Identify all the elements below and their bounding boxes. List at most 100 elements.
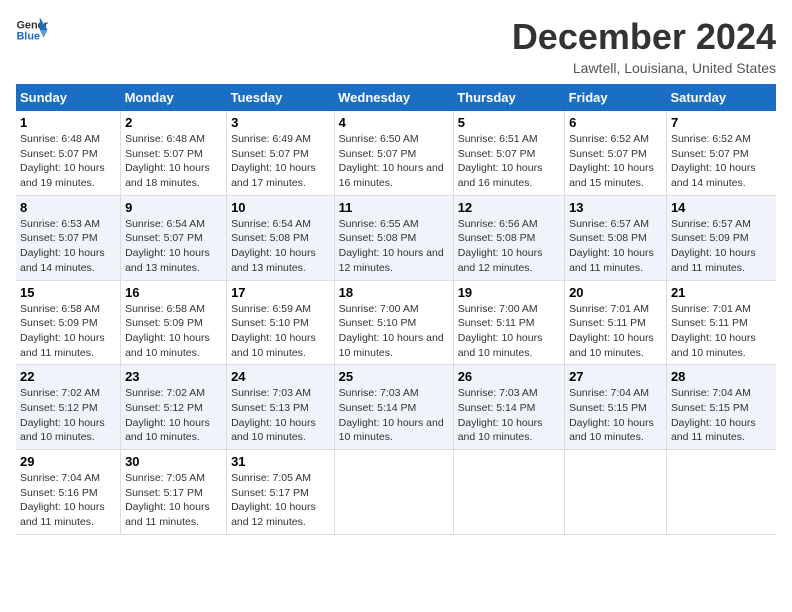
day-number: 17 — [231, 285, 330, 300]
calendar-cell: 19 Sunrise: 7:00 AMSunset: 5:11 PMDayligh… — [453, 280, 564, 365]
week-row-5: 29 Sunrise: 7:04 AMSunset: 5:16 PMDayligh… — [16, 450, 776, 535]
calendar-cell: 16Sunrise: 6:58 AMSunset: 5:09 PMDayligh… — [121, 280, 227, 365]
day-number: 20 — [569, 285, 662, 300]
day-number: 4 — [339, 115, 449, 130]
day-info: Sunrise: 7:04 AMSunset: 5:16 PMDaylight:… — [20, 471, 116, 530]
calendar-cell — [334, 450, 453, 535]
calendar-cell: 30 Sunrise: 7:05 AMSunset: 5:17 PMDayligh… — [121, 450, 227, 535]
column-header-saturday: Saturday — [666, 84, 776, 111]
day-info: Sunrise: 7:01 AMSunset: 5:11 PMDaylight:… — [569, 302, 662, 361]
day-number: 31 — [231, 454, 330, 469]
day-number: 3 — [231, 115, 330, 130]
column-header-friday: Friday — [565, 84, 667, 111]
calendar-cell: 24 Sunrise: 7:03 AMSunset: 5:13 PMDayligh… — [227, 365, 335, 450]
calendar-cell: 11 Sunrise: 6:55 AMSunset: 5:08 PMDayligh… — [334, 195, 453, 280]
day-number: 5 — [458, 115, 560, 130]
day-info: Sunrise: 7:04 AMSunset: 5:15 PMDaylight:… — [569, 386, 662, 445]
day-info: Sunrise: 7:01 AMSunset: 5:11 PMDaylight:… — [671, 302, 772, 361]
calendar-cell: 7 Sunrise: 6:52 AMSunset: 5:07 PMDaylight… — [666, 111, 776, 195]
calendar-table: SundayMondayTuesdayWednesdayThursdayFrid… — [16, 84, 776, 535]
day-number: 14 — [671, 200, 772, 215]
header-row: SundayMondayTuesdayWednesdayThursdayFrid… — [16, 84, 776, 111]
logo: General Blue — [16, 16, 48, 44]
day-info: Sunrise: 6:48 AMSunset: 5:07 PMDaylight:… — [125, 132, 222, 191]
calendar-cell: 20 Sunrise: 7:01 AMSunset: 5:11 PMDayligh… — [565, 280, 667, 365]
calendar-cell: 15Sunrise: 6:58 AMSunset: 5:09 PMDayligh… — [16, 280, 121, 365]
calendar-cell: 13 Sunrise: 6:57 AMSunset: 5:08 PMDayligh… — [565, 195, 667, 280]
calendar-cell: 21Sunrise: 7:01 AMSunset: 5:11 PMDayligh… — [666, 280, 776, 365]
day-number: 15 — [20, 285, 116, 300]
calendar-cell: 12Sunrise: 6:56 AMSunset: 5:08 PMDayligh… — [453, 195, 564, 280]
column-header-sunday: Sunday — [16, 84, 121, 111]
day-info: Sunrise: 7:00 AMSunset: 5:11 PMDaylight:… — [458, 302, 560, 361]
day-info: Sunrise: 6:54 AMSunset: 5:07 PMDaylight:… — [125, 217, 222, 276]
logo-icon: General Blue — [16, 16, 48, 44]
day-number: 28 — [671, 369, 772, 384]
calendar-cell: 3 Sunrise: 6:49 AMSunset: 5:07 PMDaylight… — [227, 111, 335, 195]
calendar-cell: 25 Sunrise: 7:03 AMSunset: 5:14 PMDayligh… — [334, 365, 453, 450]
day-number: 23 — [125, 369, 222, 384]
day-number: 25 — [339, 369, 449, 384]
column-header-tuesday: Tuesday — [227, 84, 335, 111]
day-info: Sunrise: 7:04 AMSunset: 5:15 PMDaylight:… — [671, 386, 772, 445]
calendar-cell: 31Sunrise: 7:05 AMSunset: 5:17 PMDayligh… — [227, 450, 335, 535]
calendar-cell: 9 Sunrise: 6:54 AMSunset: 5:07 PMDaylight… — [121, 195, 227, 280]
calendar-cell: 28 Sunrise: 7:04 AMSunset: 5:15 PMDayligh… — [666, 365, 776, 450]
calendar-cell: 10 Sunrise: 6:54 AMSunset: 5:08 PMDayligh… — [227, 195, 335, 280]
calendar-cell: 23Sunrise: 7:02 AMSunset: 5:12 PMDayligh… — [121, 365, 227, 450]
day-info: Sunrise: 6:52 AMSunset: 5:07 PMDaylight:… — [569, 132, 662, 191]
page-header: General Blue December 2024 Lawtell, Loui… — [16, 16, 776, 76]
calendar-cell: 17Sunrise: 6:59 AMSunset: 5:10 PMDayligh… — [227, 280, 335, 365]
day-info: Sunrise: 6:52 AMSunset: 5:07 PMDaylight:… — [671, 132, 772, 191]
calendar-cell: 14Sunrise: 6:57 AMSunset: 5:09 PMDayligh… — [666, 195, 776, 280]
day-number: 11 — [339, 200, 449, 215]
day-number: 8 — [20, 200, 116, 215]
calendar-cell: 27Sunrise: 7:04 AMSunset: 5:15 PMDayligh… — [565, 365, 667, 450]
day-number: 9 — [125, 200, 222, 215]
day-info: Sunrise: 6:57 AMSunset: 5:08 PMDaylight:… — [569, 217, 662, 276]
day-info: Sunrise: 7:00 AMSunset: 5:10 PMDaylight:… — [339, 302, 449, 361]
calendar-cell: 29 Sunrise: 7:04 AMSunset: 5:16 PMDayligh… — [16, 450, 121, 535]
calendar-cell: 8 Sunrise: 6:53 AMSunset: 5:07 PMDaylight… — [16, 195, 121, 280]
day-info: Sunrise: 6:53 AMSunset: 5:07 PMDaylight:… — [20, 217, 116, 276]
day-info: Sunrise: 7:03 AMSunset: 5:13 PMDaylight:… — [231, 386, 330, 445]
calendar-cell: 6Sunrise: 6:52 AMSunset: 5:07 PMDaylight… — [565, 111, 667, 195]
day-info: Sunrise: 7:05 AMSunset: 5:17 PMDaylight:… — [125, 471, 222, 530]
day-number: 10 — [231, 200, 330, 215]
calendar-cell: 22 Sunrise: 7:02 AMSunset: 5:12 PMDayligh… — [16, 365, 121, 450]
column-header-wednesday: Wednesday — [334, 84, 453, 111]
calendar-cell — [453, 450, 564, 535]
calendar-cell: 5Sunrise: 6:51 AMSunset: 5:07 PMDaylight… — [453, 111, 564, 195]
calendar-cell — [565, 450, 667, 535]
day-number: 16 — [125, 285, 222, 300]
day-info: Sunrise: 7:02 AMSunset: 5:12 PMDaylight:… — [20, 386, 116, 445]
day-number: 19 — [458, 285, 560, 300]
week-row-1: 1 Sunrise: 6:48 AMSunset: 5:07 PMDaylight… — [16, 111, 776, 195]
day-info: Sunrise: 7:03 AMSunset: 5:14 PMDaylight:… — [339, 386, 449, 445]
svg-text:Blue: Blue — [16, 30, 40, 42]
location: Lawtell, Louisiana, United States — [512, 60, 776, 76]
day-info: Sunrise: 6:54 AMSunset: 5:08 PMDaylight:… — [231, 217, 330, 276]
day-info: Sunrise: 6:55 AMSunset: 5:08 PMDaylight:… — [339, 217, 449, 276]
calendar-cell: 2Sunrise: 6:48 AMSunset: 5:07 PMDaylight… — [121, 111, 227, 195]
day-number: 30 — [125, 454, 222, 469]
column-header-monday: Monday — [121, 84, 227, 111]
month-title: December 2024 — [512, 16, 776, 58]
title-block: December 2024 Lawtell, Louisiana, United… — [512, 16, 776, 76]
day-number: 1 — [20, 115, 116, 130]
day-number: 26 — [458, 369, 560, 384]
week-row-2: 8 Sunrise: 6:53 AMSunset: 5:07 PMDaylight… — [16, 195, 776, 280]
calendar-cell: 4 Sunrise: 6:50 AMSunset: 5:07 PMDaylight… — [334, 111, 453, 195]
calendar-cell: 1Sunrise: 6:48 AMSunset: 5:07 PMDaylight… — [16, 111, 121, 195]
day-info: Sunrise: 6:49 AMSunset: 5:07 PMDaylight:… — [231, 132, 330, 191]
day-number: 7 — [671, 115, 772, 130]
day-number: 29 — [20, 454, 116, 469]
day-number: 24 — [231, 369, 330, 384]
day-number: 22 — [20, 369, 116, 384]
day-number: 13 — [569, 200, 662, 215]
day-info: Sunrise: 6:50 AMSunset: 5:07 PMDaylight:… — [339, 132, 449, 191]
day-number: 18 — [339, 285, 449, 300]
day-info: Sunrise: 7:03 AMSunset: 5:14 PMDaylight:… — [458, 386, 560, 445]
column-header-thursday: Thursday — [453, 84, 564, 111]
calendar-cell: 26 Sunrise: 7:03 AMSunset: 5:14 PMDayligh… — [453, 365, 564, 450]
